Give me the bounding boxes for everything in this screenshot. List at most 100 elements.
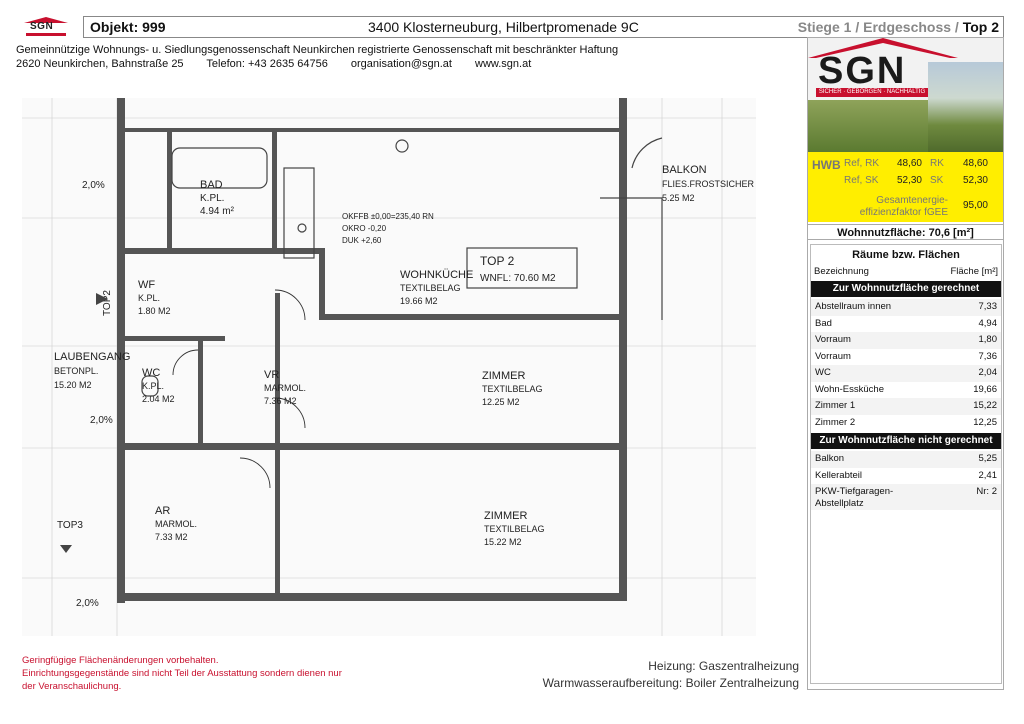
room-area: 2,04: [978, 367, 998, 378]
table-row: Bad 4,94: [811, 316, 1001, 333]
room-area: Nr: 2: [976, 486, 997, 497]
energy-certificate: HWB Ref, RK 48,60 RK 48,60 Ref, SK 52,30…: [808, 152, 1003, 222]
room-name: WC: [815, 367, 831, 378]
plan-laubengang-floor: BETONPL.: [54, 366, 98, 376]
room-name: Vorraum: [815, 350, 851, 362]
floor-plan-drawing: BAD K.PL. 4.94 m² BALKON FLIES.FROSTSICH…: [22, 98, 756, 636]
room-list-not-counted: Balkon 5,25 Kellerabteil 2,41 PKW-Tiefgara…: [811, 451, 1001, 510]
group-not-counted: Zur Wohnnutzfläche nicht gerechnet: [811, 433, 1001, 449]
plan-kueche-area: 19.66 M2: [400, 296, 438, 306]
room-area: 2,41: [978, 469, 998, 481]
header-bar: Objekt: 999 3400 Klosterneuburg, Hilbert…: [83, 16, 1004, 38]
plan-duk: DUK +2,60: [342, 236, 382, 245]
room-area: 7,36: [978, 350, 998, 362]
room-area: 15,22: [973, 400, 997, 411]
company-info: Gemeinnützige Wohnungs- u. Siedlungsgeno…: [16, 43, 618, 71]
plan-ar-area: 7.33 M2: [155, 532, 188, 542]
room-name: Zimmer 2: [815, 416, 856, 428]
plan-laubengang-area: 15.20 M2: [54, 380, 92, 390]
ref-rk-label: Ref, RK: [844, 158, 880, 169]
table-row: Vorraum 1,80: [811, 332, 1001, 349]
room-area: 12,25: [973, 416, 997, 428]
plan-wc-floor: K.PL.: [142, 381, 164, 391]
plan-vr-floor: MARMOL.: [264, 383, 306, 393]
room-area: 4,94: [978, 317, 998, 329]
rk-value: 48,60: [962, 158, 988, 169]
plan-kueche-floor: TEXTILBELAG: [400, 283, 461, 293]
brand-header: SGN SICHER · GEBORGEN · NACHHALTIG: [808, 38, 1003, 152]
building-photo: [928, 62, 1003, 152]
col-name-header: Bezeichnung: [814, 266, 869, 277]
table-row: Wohn-Essküche 19,66: [811, 382, 1001, 399]
table-row: Zimmer 2 12,25: [811, 415, 1001, 432]
unit-location: Stiege 1 / Erdgeschoss / Top 2: [798, 19, 999, 35]
table-row: Zimmer 1 15,22: [811, 398, 1001, 415]
table-row: Kellerabteil 2,41: [811, 468, 1001, 485]
plan-okro: OKRO -0,20: [342, 224, 387, 233]
fgee-label: Gesamtenergie-effizienzfaktor fGEE: [859, 195, 948, 218]
room-name: Zimmer 1: [815, 400, 856, 411]
brand-tagline: SICHER · GEBORGEN · NACHHALTIG: [816, 88, 928, 97]
company-name: Gemeinnützige Wohnungs- u. Siedlungsgeno…: [16, 44, 619, 56]
ref-rk-value: 48,60: [896, 158, 922, 169]
info-panel: SGN SICHER · GEBORGEN · NACHHALTIG HWB R…: [807, 37, 1004, 690]
plan-vr-area: 7.36 M2: [264, 396, 297, 406]
room-list-counted: Abstellraum innen 7,33 Bad 4,94 Vorraum 1,8…: [811, 299, 1001, 431]
plan-zimmer2-floor: TEXTILBELAG: [484, 524, 545, 534]
ref-sk-value: 52,30: [896, 175, 922, 186]
plan-okffb: OKFFB ±0,00=235,40 RN: [342, 212, 434, 221]
disclaimer: Geringfügige Flächenänderungen vorbehalt…: [22, 654, 342, 693]
table-row: Vorraum 7,36: [811, 349, 1001, 366]
sk-label: SK: [930, 175, 944, 186]
company-address: 2620 Neunkirchen, Bahnstraße 25: [16, 58, 184, 70]
objekt-number: Objekt: 999: [90, 19, 166, 35]
rk-label: RK: [930, 158, 944, 169]
group-counted: Zur Wohnnutzfläche gerechnet: [811, 281, 1001, 297]
room-table-header: Bezeichnung Fläche [m²]: [811, 265, 1001, 279]
top-number: Top 2: [962, 19, 999, 35]
plan-label-vr: VR: [264, 369, 279, 381]
plan-label-kueche: WOHNKÜCHE: [400, 269, 473, 281]
room-name: Bad: [815, 317, 832, 329]
room-table: Räume bzw. Flächen Bezeichnung Fläche [m…: [810, 244, 1002, 684]
logo-bar: [26, 33, 66, 36]
arrow-down-icon: [60, 545, 72, 553]
room-name: Kellerabteil: [815, 469, 862, 481]
plan-top3-mark: TOP3: [57, 520, 83, 531]
room-name: Wohn-Essküche: [815, 383, 884, 395]
plan-label-zimmer2: ZIMMER: [484, 510, 527, 522]
table-row: Balkon 5,25: [811, 451, 1001, 468]
company-phone: Telefon: +43 2635 64756: [206, 58, 328, 70]
plan-slope-1: 2,0%: [82, 180, 105, 191]
plan-top-wnfl: WNFL: 70.60 M2: [480, 273, 556, 284]
logo-text: SGN: [30, 21, 54, 32]
heating-type: Heizung: Gaszentralheizung: [648, 659, 799, 673]
plan-label-wf: WF: [138, 279, 155, 291]
col-area-header: Fläche [m²]: [950, 266, 998, 277]
plan-top-box: TOP 2: [480, 254, 515, 268]
company-web[interactable]: www.sgn.at: [475, 58, 531, 70]
hwb-label: HWB: [812, 158, 841, 172]
plan-wf-area: 1.80 M2: [138, 306, 171, 316]
stiege-floor: Stiege 1 / Erdgeschoss /: [797, 19, 963, 35]
plan-label-ar: AR: [155, 505, 170, 517]
fgee-value: 95,00: [962, 200, 988, 211]
table-row: WC 2,04: [811, 365, 1001, 382]
heating-info: Heizung: Gaszentralheizung Warmwasserauf…: [543, 658, 799, 692]
plan-balkon-area: 5.25 M2: [662, 193, 695, 203]
wohnnutzflaeche: Wohnnutzfläche: 70,6 [m²]: [808, 224, 1003, 240]
room-area: 7,33: [978, 301, 998, 312]
sgn-logo-small: SGN: [22, 17, 70, 39]
disclaimer-line-2: Einrichtungsgegenstände sind nicht Teil …: [22, 668, 342, 692]
plan-wf-floor: K.PL.: [138, 293, 160, 303]
plan-zimmer2-area: 15.22 M2: [484, 537, 522, 547]
company-email[interactable]: organisation@sgn.at: [351, 58, 452, 70]
brand-logo: SGN: [818, 50, 907, 92]
plan-zimmer1-area: 12.25 M2: [482, 397, 520, 407]
ref-sk-label: Ref, SK: [844, 175, 879, 186]
plan-zimmer1-floor: TEXTILBELAG: [482, 384, 543, 394]
sk-value: 52,30: [962, 175, 988, 186]
room-area: 5,25: [978, 453, 998, 464]
plan-ar-floor: MARMOL.: [155, 519, 197, 529]
plan-label-laubengang: LAUBENGANG: [54, 351, 130, 363]
